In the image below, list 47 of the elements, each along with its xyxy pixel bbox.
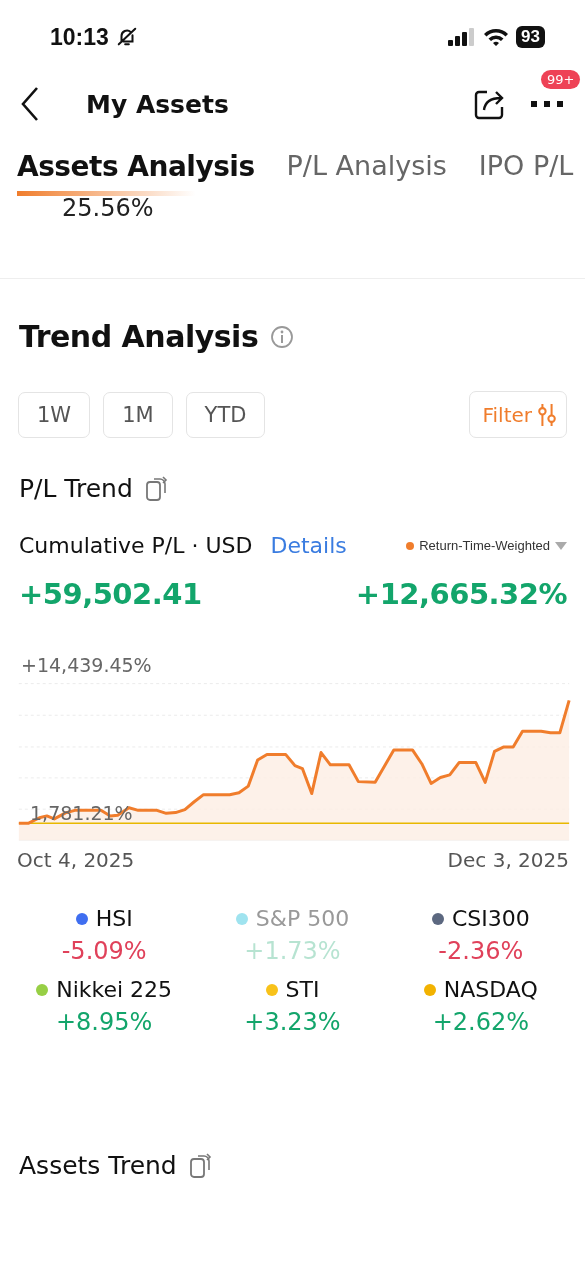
index-change: +8.95% <box>56 1008 153 1036</box>
index-toggle[interactable]: HSI <box>75 906 133 931</box>
back-icon[interactable] <box>20 86 40 122</box>
copy-icon[interactable] <box>188 1152 213 1179</box>
period-button[interactable]: YTD <box>185 391 266 438</box>
index-name: NASDAQ <box>443 977 538 1002</box>
status-time: 10:13 <box>50 23 109 51</box>
bell-muted-icon <box>115 26 138 48</box>
copy-icon[interactable] <box>144 475 169 502</box>
tab[interactable]: P/L Analysis <box>286 150 447 196</box>
details-link[interactable]: Details <box>270 533 347 558</box>
pl-return: +12,665.32% <box>355 577 567 611</box>
more-icon[interactable] <box>531 100 563 108</box>
period-button[interactable]: 1W <box>18 391 91 438</box>
mode-label: Return-Time-Weighted <box>419 538 550 553</box>
date-label: Dec 3, 2025 <box>447 848 569 872</box>
index-name: STI <box>285 977 320 1002</box>
section-subtitle: Assets Trend <box>19 1151 177 1180</box>
section-title: Trend Analysis <box>19 319 259 354</box>
sliders-icon <box>536 401 558 428</box>
metric-label: Cumulative P/L · USD <box>19 533 253 558</box>
index-name: CSI300 <box>451 906 530 931</box>
index-change: -2.36% <box>438 937 524 965</box>
signal-icon <box>448 28 477 46</box>
pl-amount: +59,502.41 <box>19 577 202 611</box>
index-toggle[interactable]: STI <box>265 977 320 1002</box>
axis-label: +14,439.45% <box>20 654 153 676</box>
index-toggle[interactable]: CSI300 <box>431 906 530 931</box>
notification-badge: 99+ <box>541 70 581 89</box>
index-change: +1.73% <box>244 937 341 965</box>
battery-indicator: 93 <box>516 26 545 48</box>
tab[interactable]: IPO P/L <box>478 150 574 196</box>
index-name: S&P 500 <box>255 906 350 931</box>
index-name: HSI <box>95 906 133 931</box>
index-change: +2.62% <box>432 1008 529 1036</box>
index-change: +3.23% <box>244 1008 341 1036</box>
section-subtitle: P/L Trend <box>19 474 133 503</box>
wifi-icon <box>483 27 510 47</box>
mode-dropdown[interactable]: Return-Time-Weighted <box>406 538 567 553</box>
date-label: Oct 4, 2025 <box>17 848 135 872</box>
value-text: 25.56% <box>62 198 155 218</box>
index-toggle[interactable]: NASDAQ <box>423 977 538 1002</box>
index-change: -5.09% <box>61 937 147 965</box>
period-button[interactable]: 1M <box>103 391 173 438</box>
caret-icon <box>555 541 567 550</box>
info-icon[interactable] <box>270 324 295 349</box>
page-title: My Assets <box>86 89 229 119</box>
